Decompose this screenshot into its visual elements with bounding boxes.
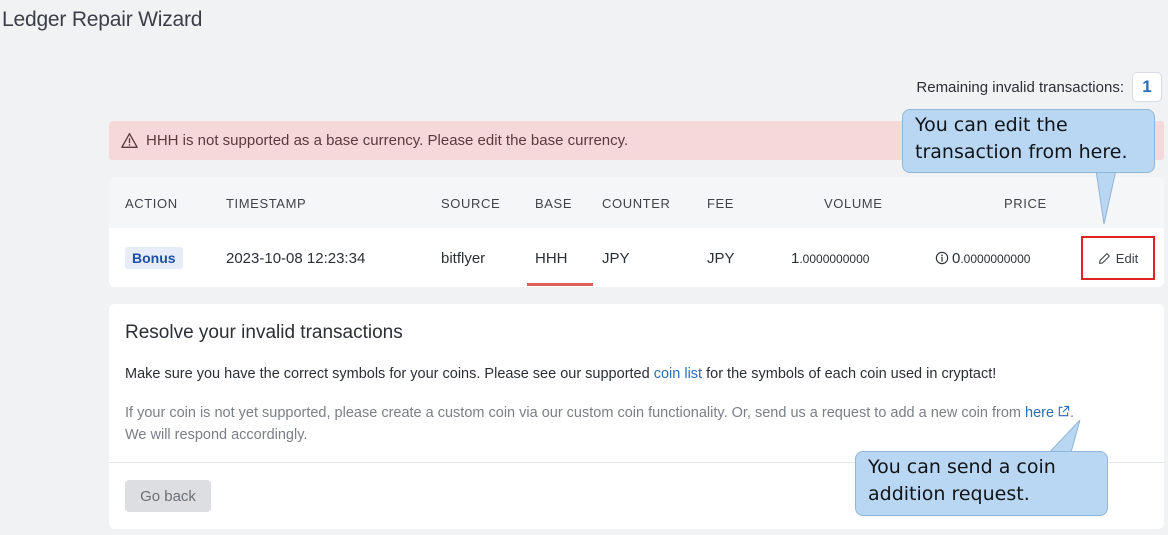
price-fraction: .0000000000 — [960, 252, 1031, 266]
remaining-invalid-counter: Remaining invalid transactions: 1 — [916, 72, 1162, 102]
warning-triangle-icon — [121, 133, 138, 148]
respond-text: We will respond accordingly. — [125, 427, 308, 443]
action-badge: Bonus — [125, 247, 183, 269]
header-timestamp: TIMESTAMP — [226, 196, 307, 211]
info-circle-icon[interactable] — [935, 251, 949, 265]
external-link-icon[interactable] — [1057, 405, 1070, 418]
transactions-table: ACTION TIMESTAMP SOURCE BASE COUNTER FEE… — [109, 177, 1164, 287]
alert-message: HHH is not supported as a base currency.… — [146, 132, 629, 149]
header-counter: COUNTER — [602, 196, 671, 211]
resolve-title: Resolve your invalid transactions — [125, 322, 403, 343]
callout-edit-hint: You can edit the transaction from here. — [902, 109, 1155, 173]
page-title: Ledger Repair Wizard — [2, 8, 203, 31]
resolve-instructions: Make sure you have the correct symbols f… — [125, 366, 996, 382]
cell-counter: JPY — [602, 250, 630, 267]
callout-edit-pointer — [1095, 168, 1117, 225]
remaining-label: Remaining invalid transactions: — [916, 78, 1124, 96]
edit-button[interactable]: Edit — [1081, 236, 1155, 280]
header-volume: VOLUME — [824, 196, 883, 211]
volume-fraction: .0000000000 — [799, 252, 870, 266]
table-header: ACTION TIMESTAMP SOURCE BASE COUNTER FEE… — [109, 177, 1164, 228]
edit-label: Edit — [1115, 250, 1139, 266]
remaining-count: 1 — [1132, 72, 1162, 102]
instructions-text-end: for the symbols of each coin used in cry… — [702, 366, 997, 382]
header-source: SOURCE — [441, 196, 501, 211]
go-back-button[interactable]: Go back — [125, 480, 211, 512]
header-fee: FEE — [707, 196, 735, 211]
header-base: BASE — [535, 196, 573, 211]
cell-timestamp: 2023-10-08 12:23:34 — [226, 250, 366, 267]
header-price: PRICE — [1004, 196, 1047, 211]
cell-price: 0.0000000000 — [935, 250, 1030, 267]
custom-coin-text: If your coin is not yet supported, pleas… — [125, 405, 1026, 421]
cell-volume: 1.0000000000 — [791, 250, 869, 267]
cell-base: HHH — [535, 250, 568, 267]
instructions-text: Make sure you have the correct symbols f… — [125, 366, 654, 382]
base-error-underline — [527, 283, 593, 286]
cell-fee: JPY — [707, 250, 735, 267]
header-action: ACTION — [125, 196, 178, 211]
custom-coin-note: If your coin is not yet supported, pleas… — [125, 402, 1155, 446]
callout-request-hint: You can send a coin addition request. — [855, 451, 1108, 516]
pencil-icon — [1098, 252, 1110, 264]
coin-list-link[interactable]: coin list — [654, 366, 702, 382]
cell-source: bitflyer — [441, 250, 486, 267]
